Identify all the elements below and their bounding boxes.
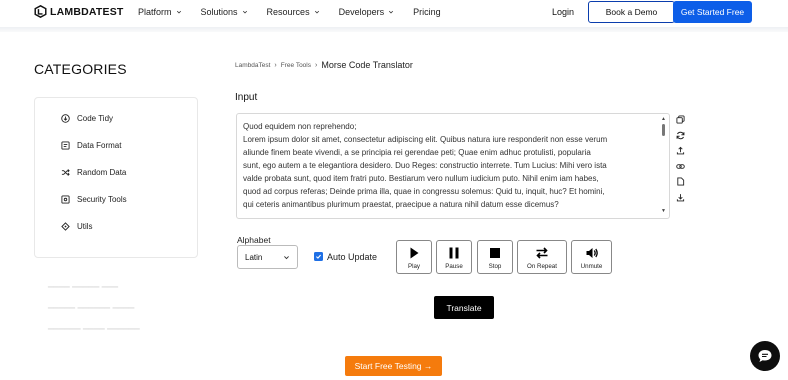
refresh-icon[interactable] bbox=[676, 131, 685, 140]
stop-icon bbox=[490, 248, 500, 258]
breadcrumb-lambdatest[interactable]: LambdaTest bbox=[235, 62, 270, 69]
play-icon bbox=[410, 247, 419, 259]
input-text-line: valde probata sunt, quod item fratri put… bbox=[243, 174, 599, 183]
sidebar-item-security-tools[interactable]: Security Tools bbox=[61, 195, 127, 204]
play-label: Play bbox=[407, 263, 421, 270]
speaker-icon bbox=[586, 248, 598, 258]
sidebar-item-label: Utils bbox=[77, 222, 93, 231]
auto-update-label[interactable]: Auto Update bbox=[327, 252, 377, 262]
lambdatest-logo-icon bbox=[34, 5, 47, 18]
nav-solutions[interactable]: Solutions bbox=[201, 7, 248, 17]
input-text-line: quod ad corpus referas; Deinde prima ill… bbox=[243, 187, 605, 196]
nav-solutions-label: Solutions bbox=[200, 7, 238, 17]
sidebar-item-label: Random Data bbox=[77, 168, 127, 177]
lambdatest-logo[interactable]: LAMBDATEST bbox=[34, 5, 124, 18]
sidebar-item-code-tidy[interactable]: Code Tidy bbox=[61, 114, 113, 123]
input-label: Input bbox=[235, 92, 258, 103]
sidebar-item-label: Data Format bbox=[77, 141, 122, 150]
repeat-button[interactable]: On Repeat bbox=[517, 240, 567, 274]
nav-pricing[interactable]: Pricing bbox=[413, 7, 441, 17]
categories-panel: Code Tidy Data Format Random Data Securi… bbox=[34, 97, 198, 258]
input-text-line: qui ceteris animantibus plurimum praesta… bbox=[243, 200, 559, 209]
chevron-down-icon bbox=[314, 10, 319, 14]
security-icon bbox=[61, 195, 70, 204]
unmute-button[interactable]: Unmute bbox=[571, 240, 612, 274]
breadcrumb: LambdaTest › Free Tools › Morse Code Tra… bbox=[235, 60, 413, 70]
alphabet-selected-value: Latin bbox=[245, 252, 263, 262]
faded-placeholder-line: ━━━━━ ━━━━━━ ━━━━ bbox=[48, 303, 135, 313]
utils-icon bbox=[61, 222, 70, 231]
scrollbar-thumb[interactable] bbox=[662, 124, 665, 136]
translate-button[interactable]: Translate bbox=[434, 296, 494, 319]
chevron-down-icon bbox=[176, 10, 181, 14]
alphabet-label: Alphabet bbox=[237, 235, 271, 245]
input-textarea[interactable]: Quod equidem non reprehendo; Lorem ipsum… bbox=[236, 113, 670, 219]
input-text-line: Quod equidem non reprehendo; bbox=[243, 122, 357, 131]
categories-title: CATEGORIES bbox=[34, 61, 127, 77]
chevron-down-icon bbox=[242, 10, 247, 14]
breadcrumb-separator: › bbox=[274, 61, 277, 69]
faded-placeholder-line: ━━━━━━ ━━━━ ━━━━━━ bbox=[48, 324, 140, 334]
pause-icon bbox=[449, 247, 459, 259]
stop-label: Stop bbox=[488, 263, 502, 270]
breadcrumb-free-tools[interactable]: Free Tools bbox=[281, 62, 311, 69]
book-demo-button[interactable]: Book a Demo bbox=[588, 1, 675, 23]
copy-icon[interactable] bbox=[676, 115, 685, 124]
top-navbar: LAMBDATEST Platform Solutions Resources … bbox=[0, 0, 788, 27]
repeat-label: On Repeat bbox=[527, 263, 557, 270]
sidebar-item-label: Code Tidy bbox=[77, 114, 114, 123]
play-button[interactable]: Play bbox=[396, 240, 432, 274]
download-icon[interactable] bbox=[676, 193, 685, 202]
chat-button[interactable] bbox=[750, 341, 780, 371]
chevron-down-icon bbox=[284, 255, 289, 259]
nav-platform-label: Platform bbox=[138, 7, 172, 17]
nav-developers-label: Developers bbox=[338, 7, 385, 17]
pause-label: Pause bbox=[445, 263, 463, 270]
nav-pricing-label: Pricing bbox=[413, 7, 441, 17]
scroll-down-arrow[interactable]: ▼ bbox=[661, 208, 666, 214]
link-icon[interactable] bbox=[676, 162, 685, 171]
alphabet-select[interactable]: Latin bbox=[237, 245, 298, 269]
sidebar-item-data-format[interactable]: Data Format bbox=[61, 141, 121, 150]
input-toolbar bbox=[676, 115, 688, 208]
nav-platform[interactable]: Platform bbox=[138, 7, 182, 17]
nav-developers[interactable]: Developers bbox=[339, 7, 395, 17]
logo-text: LAMBDATEST bbox=[50, 5, 124, 18]
sidebar-item-utils[interactable]: Utils bbox=[61, 222, 93, 231]
file-icon[interactable] bbox=[676, 177, 685, 186]
nav-resources-label: Resources bbox=[266, 7, 310, 17]
checkmark-icon bbox=[316, 254, 322, 259]
upload-icon[interactable] bbox=[676, 146, 685, 155]
auto-update-checkbox[interactable] bbox=[314, 252, 323, 261]
header-divider bbox=[0, 27, 788, 32]
input-text-line: Lorem ipsum dolor sit amet, consectetur … bbox=[243, 135, 608, 144]
shuffle-icon bbox=[61, 169, 70, 176]
chat-icon bbox=[758, 350, 772, 362]
input-text-line: sunt, ego autem a te elegantiora desider… bbox=[243, 161, 607, 170]
breadcrumb-separator: › bbox=[315, 61, 318, 69]
nav-resources[interactable]: Resources bbox=[267, 7, 320, 17]
login-link[interactable]: Login bbox=[552, 7, 574, 17]
faded-placeholder-line: ━━━━ ━━━━━ ━━━ bbox=[48, 282, 119, 292]
chevron-down-icon bbox=[389, 10, 394, 14]
data-format-icon bbox=[61, 141, 70, 150]
start-free-testing-button[interactable]: Start Free Testing → bbox=[345, 356, 442, 376]
stop-button[interactable]: Stop bbox=[477, 240, 513, 274]
unmute-label: Unmute bbox=[580, 263, 603, 270]
get-started-button[interactable]: Get Started Free bbox=[673, 1, 752, 23]
pause-button[interactable]: Pause bbox=[436, 240, 472, 274]
code-tidy-icon bbox=[61, 114, 70, 123]
input-text-line: aliunde finem beate vivendi, a se princi… bbox=[243, 148, 591, 157]
breadcrumb-current: Morse Code Translator bbox=[321, 60, 413, 70]
sidebar-item-label: Security Tools bbox=[77, 195, 127, 204]
repeat-icon bbox=[536, 247, 548, 259]
main-nav: Platform Solutions Resources Developers … bbox=[138, 7, 460, 17]
scroll-up-arrow[interactable]: ▲ bbox=[661, 116, 666, 122]
sidebar-item-random-data[interactable]: Random Data bbox=[61, 168, 126, 177]
